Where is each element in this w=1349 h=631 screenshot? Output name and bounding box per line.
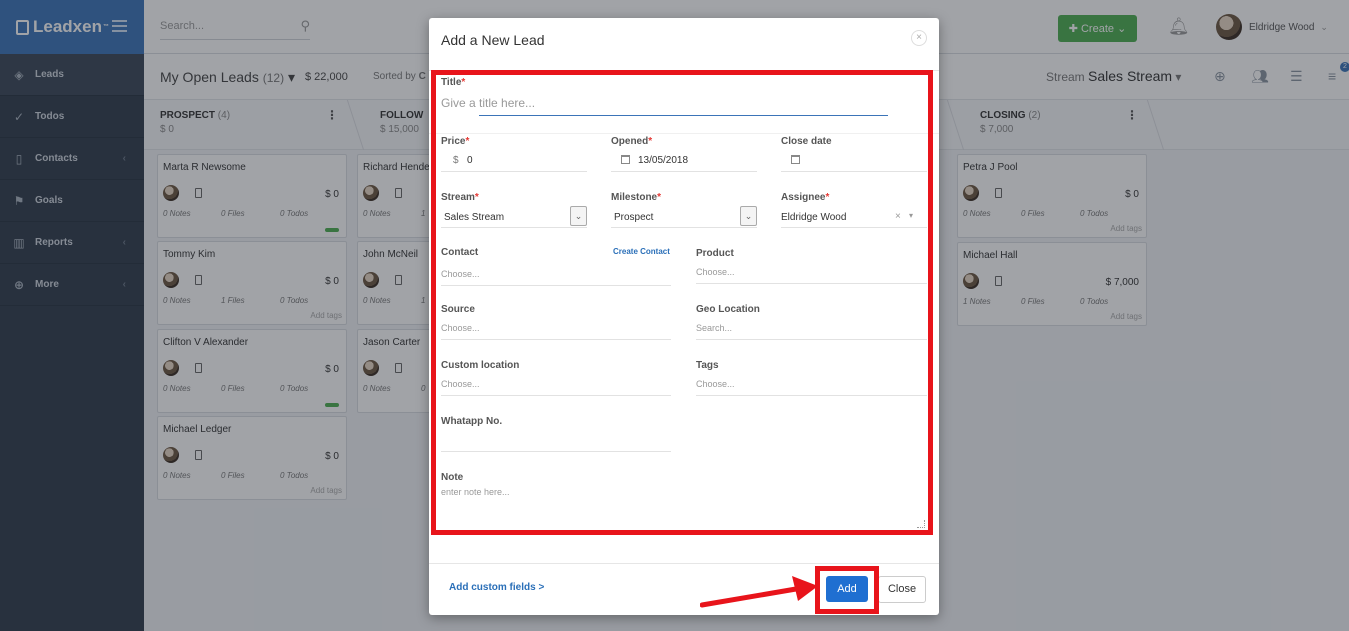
add-button-highlight-box (815, 566, 879, 614)
modal-title: Add a New Lead (441, 32, 545, 48)
form-highlight-box (431, 70, 933, 535)
add-custom-fields-link[interactable]: Add custom fields > (449, 582, 544, 593)
close-button[interactable]: Close (878, 576, 926, 603)
close-icon[interactable]: × (911, 30, 927, 46)
annotation-arrow-icon (700, 576, 818, 608)
divider (429, 563, 939, 564)
